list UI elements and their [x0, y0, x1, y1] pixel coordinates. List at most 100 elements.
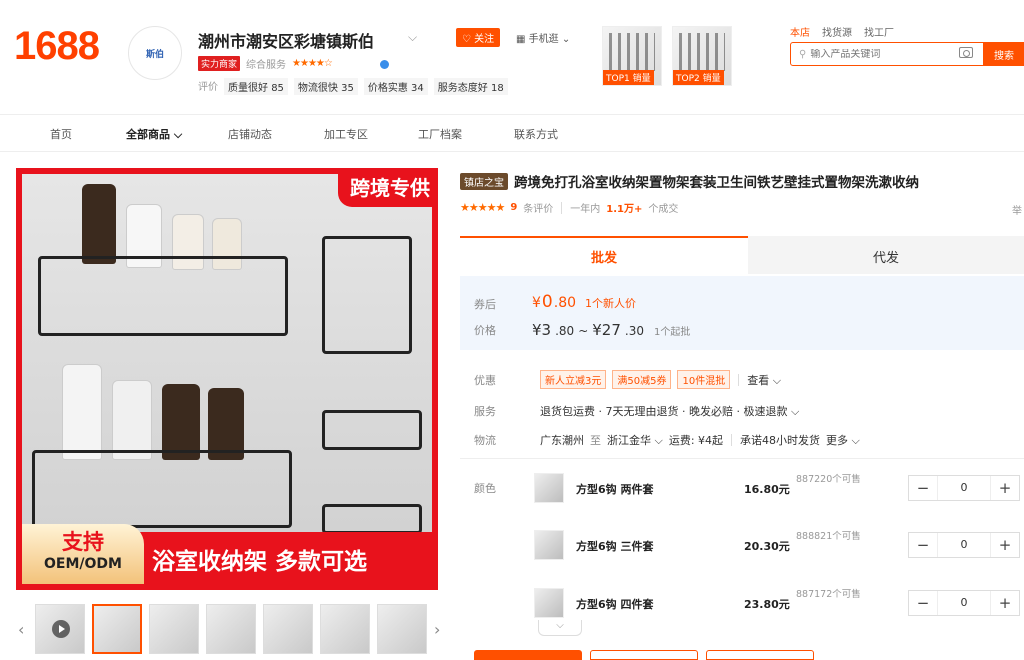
- decrement-button[interactable]: −: [909, 479, 937, 497]
- sku-price: 16.80元: [744, 483, 790, 496]
- cross-border-tag: 跨境专供: [338, 174, 432, 207]
- oem-small: OEM/ODM: [44, 556, 122, 572]
- quantity-value[interactable]: 0: [937, 476, 991, 500]
- top-product-1[interactable]: TOP1 销量: [602, 26, 662, 86]
- shipping-fee: 运费: ¥4起: [668, 434, 724, 447]
- tab-wholesale[interactable]: 批发: [460, 236, 748, 274]
- follow-button[interactable]: ♡ 关注: [456, 28, 501, 47]
- after-coupon-label: 券后: [474, 298, 496, 311]
- cart-button[interactable]: [590, 650, 698, 660]
- to-word: 至: [590, 434, 601, 447]
- ship-to-selector[interactable]: 浙江金华 ⌵: [607, 432, 663, 448]
- increment-button[interactable]: +: [991, 594, 1019, 612]
- divider: [460, 458, 1024, 459]
- thumbnail[interactable]: [320, 604, 370, 654]
- expand-skus-button[interactable]: ⌵: [538, 620, 582, 636]
- rating-tag: 质量很好 85: [224, 78, 288, 95]
- service-text[interactable]: 退货包运费 · 7天无理由退货 · 晚发必赔 · 极速退款 ⌵: [540, 403, 799, 419]
- sku-stock: 887220个可售: [796, 474, 861, 485]
- search-tab-factory[interactable]: 找工厂: [864, 24, 894, 39]
- mobile-browse-button[interactable]: ▦ 手机逛 ⌄: [516, 30, 570, 45]
- coupon-tag[interactable]: 满50减5券: [612, 370, 672, 389]
- nav-all-products[interactable]: 全部商品 ⌵: [126, 126, 182, 142]
- sold-label: 个成交: [648, 204, 679, 215]
- shop-logo[interactable]: 斯伯: [128, 26, 182, 80]
- quantity-value[interactable]: 0: [937, 533, 991, 557]
- nav-processing[interactable]: 加工专区: [324, 126, 368, 142]
- report-link[interactable]: 举: [1012, 202, 1022, 217]
- composite-service-label: 综合服务: [246, 60, 287, 71]
- service-row: 服务 退货包运费 · 7天无理由退货 · 晚发必赔 · 极速退款 ⌵: [474, 403, 799, 419]
- search-input[interactable]: [810, 48, 951, 60]
- price-label: 价格: [474, 324, 496, 337]
- sku-image[interactable]: [534, 473, 564, 503]
- view-coupons-button[interactable]: 查看 ⌵: [747, 372, 781, 388]
- shop-nav: 首页 全部商品 ⌵ 店铺动态 加工专区 工厂档案 联系方式: [0, 114, 1024, 152]
- search-tab-shop[interactable]: 本店: [790, 24, 810, 39]
- main-product-image[interactable]: 跨境专供 浴室收纳架 多款可选 支持 OEM/ODM: [16, 168, 438, 590]
- nav-contact[interactable]: 联系方式: [514, 126, 558, 142]
- sku-image[interactable]: [534, 530, 564, 560]
- search-tabs: 本店 找货源 找工厂: [790, 24, 894, 39]
- shop-ratings: 评价 质量很好 85 物流很快 35 价格实惠 34 服务态度好 18: [198, 78, 508, 95]
- tab-dropship[interactable]: 代发: [748, 236, 1024, 274]
- sold-count: 1.1万+: [606, 204, 643, 215]
- top-product-2[interactable]: TOP2 销量: [672, 26, 732, 86]
- thumbnail[interactable]: [206, 604, 256, 654]
- decrement-button[interactable]: −: [909, 594, 937, 612]
- store-treasure-badge: 镇店之宝: [460, 172, 508, 190]
- chevron-right-icon[interactable]: ›: [434, 620, 444, 639]
- strength-merchant-badge: 实力商家: [198, 56, 241, 71]
- quantity-stepper: − 0 +: [908, 590, 1020, 616]
- price-range: ¥3.80 ~ ¥27.30 1个起批: [532, 321, 691, 339]
- thumbnail[interactable]: [263, 604, 313, 654]
- camera-icon[interactable]: [959, 47, 973, 58]
- thumbnail[interactable]: [92, 604, 142, 654]
- site-logo[interactable]: 1688: [14, 24, 100, 69]
- increment-button[interactable]: +: [991, 536, 1019, 554]
- sku-name: 方型6钩 两件套: [576, 483, 654, 496]
- order-button[interactable]: [474, 650, 582, 660]
- oem-badge: 支持 OEM/ODM: [22, 524, 144, 584]
- chevron-left-icon[interactable]: ‹: [18, 620, 28, 639]
- coupon-tag[interactable]: 新人立减3元: [540, 370, 607, 389]
- after-coupon-price: ¥0.80 1个新人价: [532, 292, 637, 312]
- composite-stars: ★★★★☆: [292, 58, 333, 69]
- search-icon: ⚲: [799, 48, 807, 60]
- chevron-down-icon[interactable]: ⌵: [408, 30, 417, 45]
- divider: [738, 373, 740, 386]
- review-count[interactable]: 9: [510, 202, 517, 213]
- search-button[interactable]: 搜索: [984, 42, 1024, 66]
- logistics-label: 物流: [474, 434, 496, 447]
- blue-dot-icon: [380, 60, 389, 69]
- sku-stock: 887172个可售: [796, 589, 861, 600]
- quantity-stepper: − 0 +: [908, 475, 1020, 501]
- increment-button[interactable]: +: [991, 479, 1019, 497]
- search-tab-source[interactable]: 找货源: [822, 24, 852, 39]
- play-icon: [52, 620, 70, 638]
- decrement-button[interactable]: −: [909, 536, 937, 554]
- thumbnail-video[interactable]: [35, 604, 85, 654]
- thumbnail[interactable]: [377, 604, 427, 654]
- product-rating: ★★★★★ 9 条评价 一年内 1.1万+ 个成交: [460, 200, 678, 215]
- product-title: 镇店之宝 跨境免打孔浴室收纳架置物架套装卫生间铁艺壁挂式置物架洗漱收纳: [460, 171, 919, 191]
- color-label: 颜色: [474, 482, 496, 495]
- follow-label: 关注: [474, 34, 495, 45]
- more-logistics-button[interactable]: 更多 ⌵: [826, 432, 860, 448]
- sku-image[interactable]: [534, 588, 564, 618]
- dropship-button[interactable]: [706, 650, 814, 660]
- divider: [731, 434, 733, 446]
- star-rating-icon: ★★★★★: [460, 201, 505, 214]
- logistics-row: 物流 广东潮州 至 浙江金华 ⌵ 运费: ¥4起 承诺48小时发货 更多 ⌵: [474, 432, 860, 448]
- rating-tag: 物流很快 35: [293, 78, 358, 95]
- shop-badges: 实力商家 综合服务 ★★★★☆: [198, 56, 333, 71]
- banner-text: 浴室收纳架 多款可选: [152, 549, 368, 575]
- shop-name[interactable]: 潮州市潮安区彩塘镇斯伯: [198, 28, 374, 52]
- thumbnail[interactable]: [149, 604, 199, 654]
- quantity-value[interactable]: 0: [937, 591, 991, 615]
- nav-shop-news[interactable]: 店铺动态: [228, 126, 272, 142]
- nav-factory[interactable]: 工厂档案: [418, 126, 462, 142]
- review-label: 条评价: [523, 204, 554, 215]
- coupon-tag[interactable]: 10件混批: [677, 370, 731, 389]
- nav-home[interactable]: 首页: [50, 126, 72, 142]
